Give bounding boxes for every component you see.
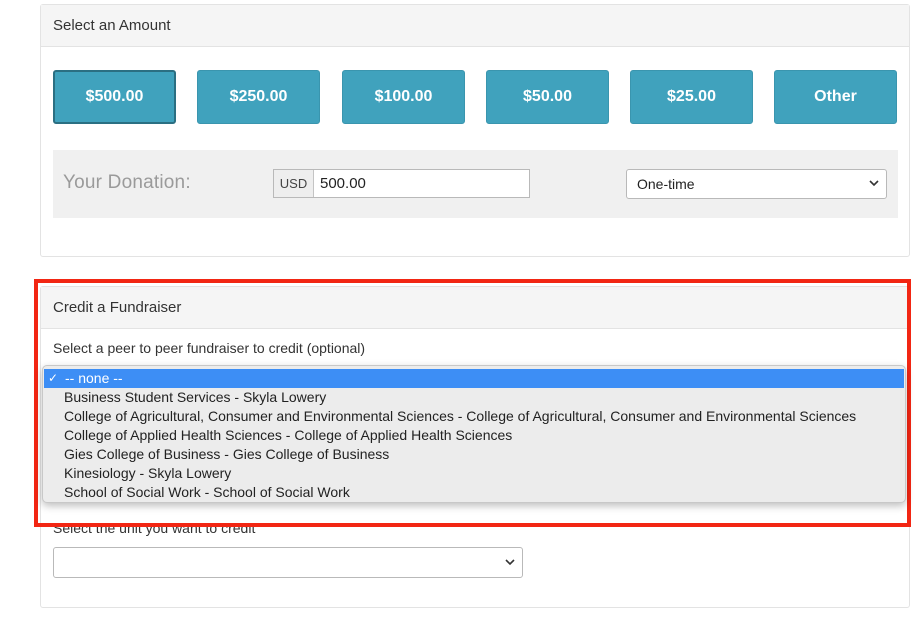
amount-button-500[interactable]: $500.00 <box>53 70 176 124</box>
dropdown-option[interactable]: Kinesiology - Skyla Lowery <box>43 464 905 483</box>
amount-panel: Select an Amount $500.00 $250.00 $100.00… <box>40 4 910 257</box>
frequency-value: One-time <box>637 176 695 192</box>
amount-button-25[interactable]: $25.00 <box>630 70 753 124</box>
donation-amount-input[interactable]: 500.00 <box>314 170 529 197</box>
donation-amount-field[interactable]: USD 500.00 <box>273 169 530 198</box>
dropdown-option[interactable]: College of Agricultural, Consumer and En… <box>43 407 905 426</box>
dropdown-option[interactable]: Gies College of Business - Gies College … <box>43 445 905 464</box>
donation-box: Your Donation: USD 500.00 One-time <box>53 150 898 218</box>
dropdown-option[interactable]: College of Applied Health Sciences - Col… <box>43 426 905 445</box>
fundraiser-dropdown-list[interactable]: ✓ -- none -- Business Student Services -… <box>42 365 906 503</box>
dropdown-option-label: -- none -- <box>65 370 123 386</box>
check-icon: ✓ <box>48 371 59 385</box>
amount-button-250[interactable]: $250.00 <box>197 70 320 124</box>
currency-addon: USD <box>274 170 314 197</box>
chevron-down-icon <box>869 178 879 190</box>
dropdown-option[interactable]: Business Student Services - Skyla Lowery <box>43 388 905 407</box>
amount-button-100[interactable]: $100.00 <box>342 70 465 124</box>
amount-panel-heading: Select an Amount <box>41 5 909 47</box>
frequency-select[interactable]: One-time <box>626 169 887 199</box>
amount-button-50[interactable]: $50.00 <box>486 70 609 124</box>
fundraiser-select-label: Select a peer to peer fundraiser to cred… <box>53 340 366 356</box>
credit-panel-heading: Credit a Fundraiser <box>41 287 909 329</box>
amount-button-other[interactable]: Other <box>774 70 897 124</box>
unit-select[interactable] <box>53 547 523 578</box>
chevron-down-icon <box>505 557 515 569</box>
unit-select-label: Select the unit you want to credit <box>53 520 256 536</box>
dropdown-option-none[interactable]: ✓ -- none -- <box>44 369 904 388</box>
donation-label: Your Donation: <box>63 172 191 193</box>
dropdown-option[interactable]: School of Social Work - School of Social… <box>43 483 905 502</box>
